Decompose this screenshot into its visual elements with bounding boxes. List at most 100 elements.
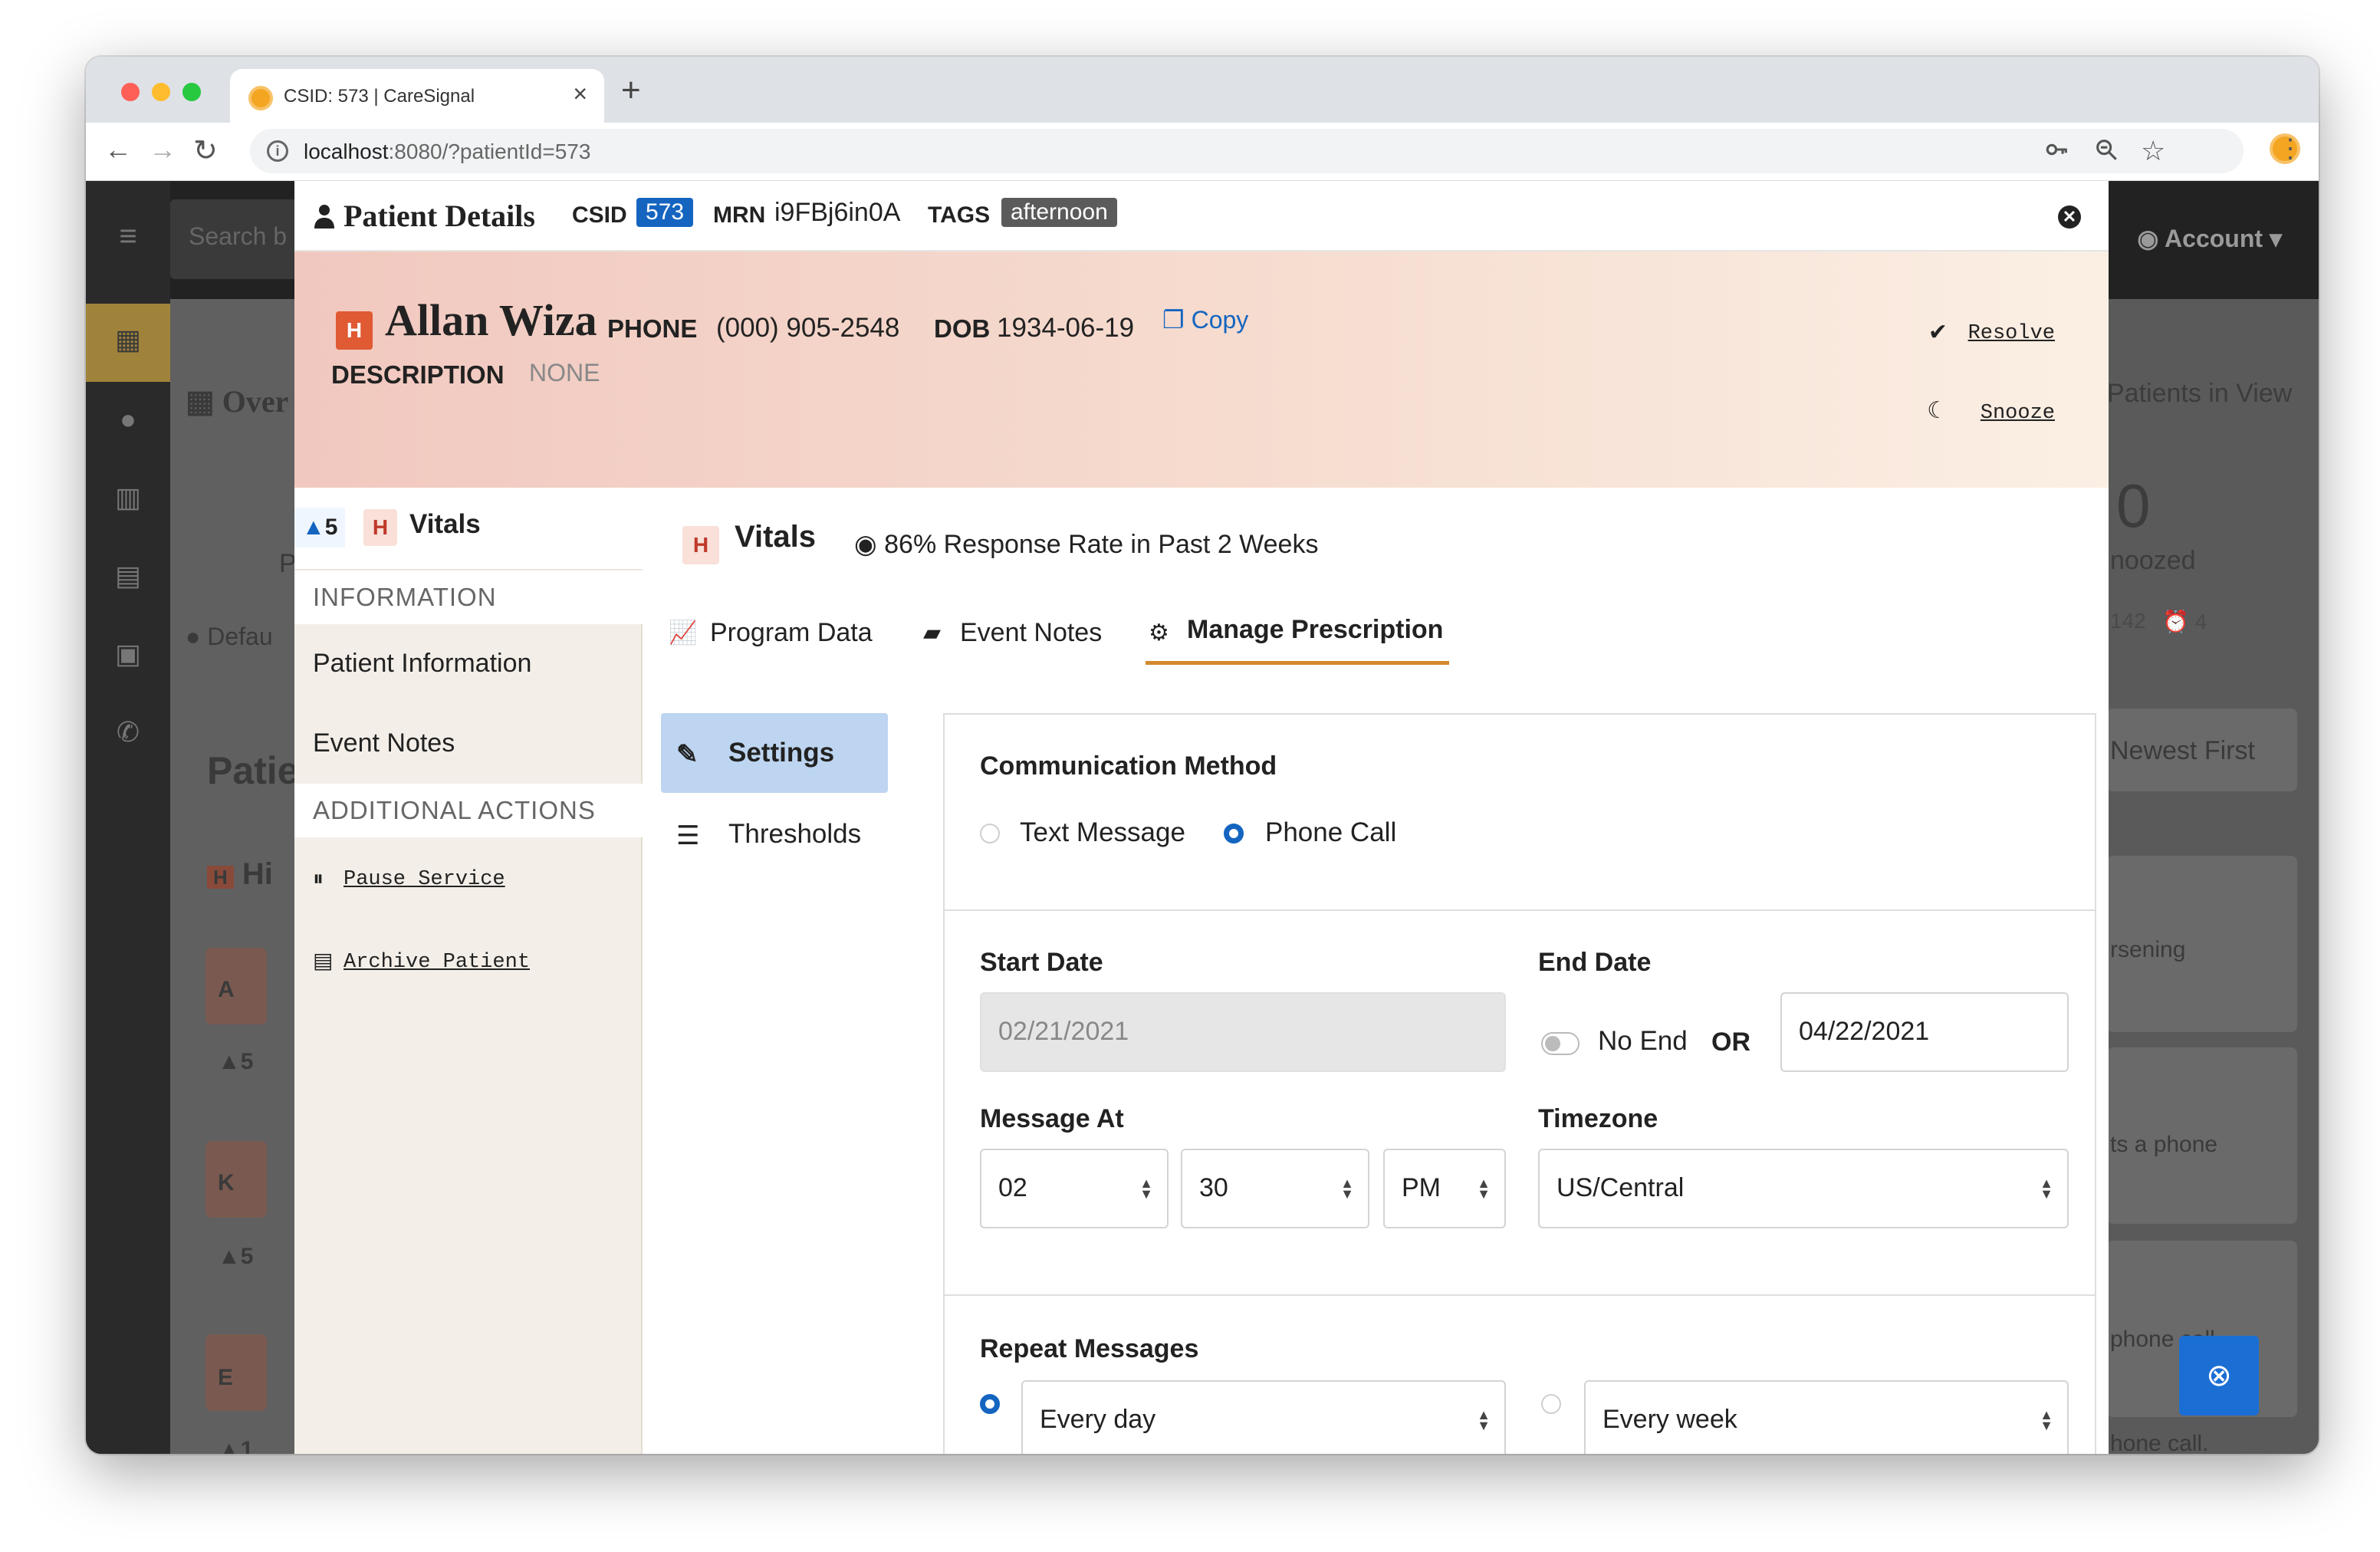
copy-icon: ❐ bbox=[1162, 306, 1185, 334]
active-tab-underline bbox=[1146, 661, 1449, 665]
mrn-value: i9FBj6in0A bbox=[774, 198, 901, 227]
tab-manage-prescription[interactable]: Manage Prescription bbox=[1187, 615, 1443, 645]
resolve-button[interactable]: Resolve bbox=[1968, 322, 2055, 345]
sliders-icon: ☰ bbox=[676, 821, 700, 850]
timezone-label: Timezone bbox=[1538, 1104, 1658, 1133]
tag-badge[interactable]: afternoon bbox=[1001, 198, 1117, 227]
end-date-input[interactable]: 04/22/2021 bbox=[1780, 992, 2069, 1072]
snooze-button[interactable]: Snooze bbox=[1981, 402, 2055, 425]
bookmark-star-icon[interactable]: ☆ bbox=[2141, 135, 2165, 167]
information-header: INFORMATION bbox=[294, 570, 643, 624]
nav-patient-information[interactable]: Patient Information bbox=[313, 649, 531, 679]
calendar-icon[interactable]: ▤ bbox=[109, 560, 147, 598]
dob-label: DOB bbox=[934, 314, 991, 343]
new-tab-button[interactable]: + bbox=[621, 74, 641, 107]
text-message-label[interactable]: Text Message bbox=[1020, 817, 1185, 848]
address-bar[interactable]: i localhost:8080/?patientId=573 ☆ bbox=[250, 129, 2244, 173]
no-end-toggle[interactable] bbox=[1541, 1032, 1580, 1055]
forward-icon[interactable]: → bbox=[149, 133, 176, 166]
help-button[interactable]: ⊗ bbox=[2179, 1336, 2259, 1416]
divider bbox=[945, 909, 2095, 911]
or-label: OR bbox=[1711, 1028, 1750, 1057]
hamburger-icon[interactable]: ≡ bbox=[109, 219, 147, 258]
phone-icon[interactable]: ✆ bbox=[109, 716, 147, 755]
minimize-window-button[interactable] bbox=[152, 83, 170, 101]
caret-icon: ▲ ▼ bbox=[1340, 1176, 1354, 1202]
start-date-input: 02/21/2021 bbox=[980, 992, 1506, 1072]
checkmark-icon: ✔ bbox=[1928, 320, 1948, 345]
sidetab-settings[interactable]: ✎ Settings bbox=[661, 713, 888, 793]
no-end-label: No End bbox=[1598, 1026, 1688, 1056]
repeat-weekly-radio[interactable] bbox=[1541, 1394, 1561, 1414]
url-text[interactable]: localhost:8080/?patientId=573 bbox=[304, 140, 590, 164]
ampm-select[interactable]: PM ▲ ▼ bbox=[1383, 1149, 1506, 1228]
hour-select[interactable]: 02 ▲ ▼ bbox=[980, 1149, 1169, 1228]
repeat-daily-radio[interactable] bbox=[980, 1394, 1000, 1414]
caret-icon: ▲ ▼ bbox=[1139, 1176, 1153, 1202]
count-a: 142 bbox=[2110, 609, 2146, 633]
tab-event-notes[interactable]: Event Notes bbox=[960, 618, 1102, 648]
csid-badge: 573 bbox=[636, 198, 694, 227]
program-heading: Vitals bbox=[735, 520, 816, 554]
gear-icon: ⚙ bbox=[1149, 620, 1169, 646]
archive-patient-button[interactable]: Archive Patient bbox=[344, 951, 530, 974]
favicon-icon bbox=[248, 86, 273, 110]
response-rate: ◉ 86% Response Rate in Past 2 Weeks bbox=[854, 530, 1319, 559]
caret-icon: ▲ ▼ bbox=[2040, 1176, 2053, 1202]
modal-header: Patient Details CSID 573 MRN i9FBj6in0A … bbox=[294, 181, 2109, 252]
caret-icon: ▲ ▼ bbox=[1477, 1407, 1491, 1433]
divider bbox=[945, 1294, 2095, 1296]
timezone-select[interactable]: US/Central ▲ ▼ bbox=[1538, 1149, 2069, 1228]
bg-card-letter: E bbox=[218, 1365, 234, 1390]
zoom-window-button[interactable] bbox=[182, 83, 201, 101]
dashboard-icon[interactable]: ▦ bbox=[109, 324, 147, 362]
repeat-messages-label: Repeat Messages bbox=[980, 1334, 1199, 1363]
program-name: Vitals bbox=[409, 509, 481, 539]
text-message-radio[interactable] bbox=[980, 824, 1000, 843]
menu-dots-icon[interactable]: ⋮ bbox=[2277, 133, 2303, 164]
pause-service-button[interactable]: Pause Service bbox=[344, 868, 505, 891]
zoom-icon[interactable] bbox=[2093, 136, 2119, 169]
tab-strip: CSID: 573 | CareSignal × + bbox=[86, 57, 2319, 123]
person-icon bbox=[314, 205, 334, 229]
key-icon[interactable] bbox=[2044, 136, 2070, 169]
copy-button[interactable]: ❐ Copy bbox=[1162, 305, 1248, 334]
tags-label: TAGS bbox=[928, 202, 991, 228]
default-filter: ● Defau bbox=[186, 623, 273, 650]
minute-select[interactable]: 30 ▲ ▼ bbox=[1181, 1149, 1369, 1228]
tab-close-icon[interactable]: × bbox=[573, 80, 587, 108]
reload-icon[interactable]: ↻ bbox=[193, 133, 218, 168]
communication-method-label: Communication Method bbox=[980, 751, 1277, 781]
info-icon[interactable]: i bbox=[267, 140, 288, 162]
chart-line-icon: 📈 bbox=[669, 620, 698, 646]
medkit-icon[interactable]: ▣ bbox=[109, 638, 147, 676]
tab-program-data[interactable]: Program Data bbox=[710, 618, 873, 648]
bg-card-count: ▲5 bbox=[218, 1244, 254, 1269]
repeat-weekly-select[interactable]: Every week ▲ ▼ bbox=[1584, 1380, 2069, 1454]
analytics-icon[interactable]: ▥ bbox=[109, 482, 147, 520]
overview-heading: ▦ Over bbox=[186, 384, 289, 419]
bg-card-count: ▲5 bbox=[218, 1049, 254, 1074]
patient-banner: H Allan Wiza PHONE (000) 905-2548 DOB 19… bbox=[294, 252, 2109, 488]
nav-event-notes[interactable]: Event Notes bbox=[313, 728, 455, 758]
phone-call-label[interactable]: Phone Call bbox=[1265, 817, 1396, 848]
repeat-daily-select[interactable]: Every day ▲ ▼ bbox=[1021, 1380, 1506, 1454]
bg-card bbox=[205, 948, 267, 1024]
back-icon[interactable]: ← bbox=[104, 133, 132, 166]
message-at-label: Message At bbox=[980, 1104, 1124, 1133]
account-menu[interactable]: ◉ Account ▾ bbox=[2137, 224, 2282, 253]
phone-label: PHONE bbox=[607, 314, 698, 343]
end-date-label: End Date bbox=[1538, 948, 1652, 977]
phone-call-radio[interactable] bbox=[1224, 824, 1244, 843]
bg-list-fragment: rsening bbox=[2110, 937, 2186, 962]
risk-badge: H bbox=[336, 311, 373, 350]
close-window-button[interactable] bbox=[121, 83, 140, 101]
browser-tab[interactable]: CSID: 573 | CareSignal × bbox=[230, 69, 604, 123]
snoozed-count: 0 bbox=[2116, 472, 2151, 540]
bg-list-fragment: hone call. bbox=[2110, 1431, 2209, 1454]
sidetab-thresholds[interactable]: ☰ Thresholds bbox=[661, 794, 888, 874]
start-date-label: Start Date bbox=[980, 948, 1103, 977]
users-icon[interactable]: ● bbox=[109, 403, 147, 442]
program-selector[interactable]: ▲5 H Vitals bbox=[294, 488, 643, 570]
close-modal-icon[interactable]: ✕ bbox=[2058, 206, 2081, 229]
